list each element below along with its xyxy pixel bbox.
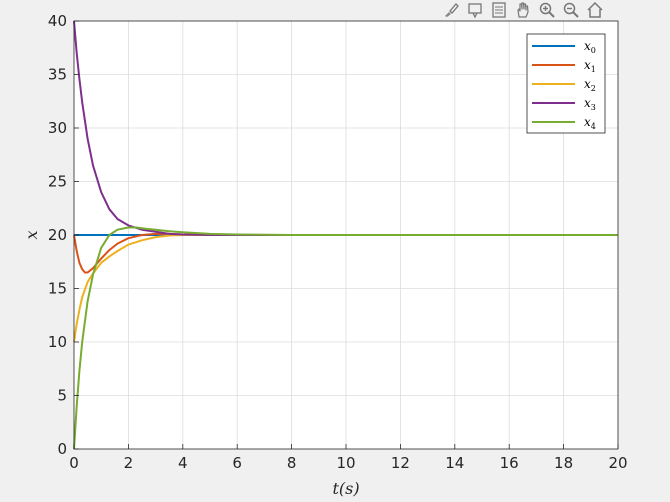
x-tick-label: 2: [124, 454, 134, 472]
x-tick-label: 0: [69, 454, 79, 472]
y-tick-label: 25: [48, 173, 67, 191]
x-tick-label: 20: [608, 454, 627, 472]
line-chart: 0 2 4 6 8 10 12 14 16 18 20 0 5 10 15 20 25 30 35 40 t(s) x…: [22, 12, 628, 498]
legend: x0x1x2x3x4: [526, 33, 606, 134]
y-tick-label: 20: [48, 226, 67, 244]
x-tick-label: 18: [554, 454, 573, 472]
y-tick-label: 5: [57, 387, 67, 405]
y-tick-label: 15: [48, 280, 67, 298]
y-tick-label: 35: [48, 66, 67, 84]
y-tick-label: 10: [48, 333, 67, 351]
x-tick-label: 12: [391, 454, 410, 472]
y-tick-label: 0: [57, 440, 67, 458]
y-axis-label: x: [22, 230, 41, 239]
x-tick-label: 4: [178, 454, 188, 472]
x-tick-label: 16: [500, 454, 519, 472]
x-tick-label: 8: [287, 454, 297, 472]
x-tick-label: 10: [336, 454, 355, 472]
x-tick-label: 14: [445, 454, 464, 472]
x-tick-label: 6: [232, 454, 242, 472]
y-tick-label: 30: [48, 119, 67, 137]
y-tick-label: 40: [48, 12, 67, 30]
x-axis-label: t(s): [332, 479, 359, 498]
